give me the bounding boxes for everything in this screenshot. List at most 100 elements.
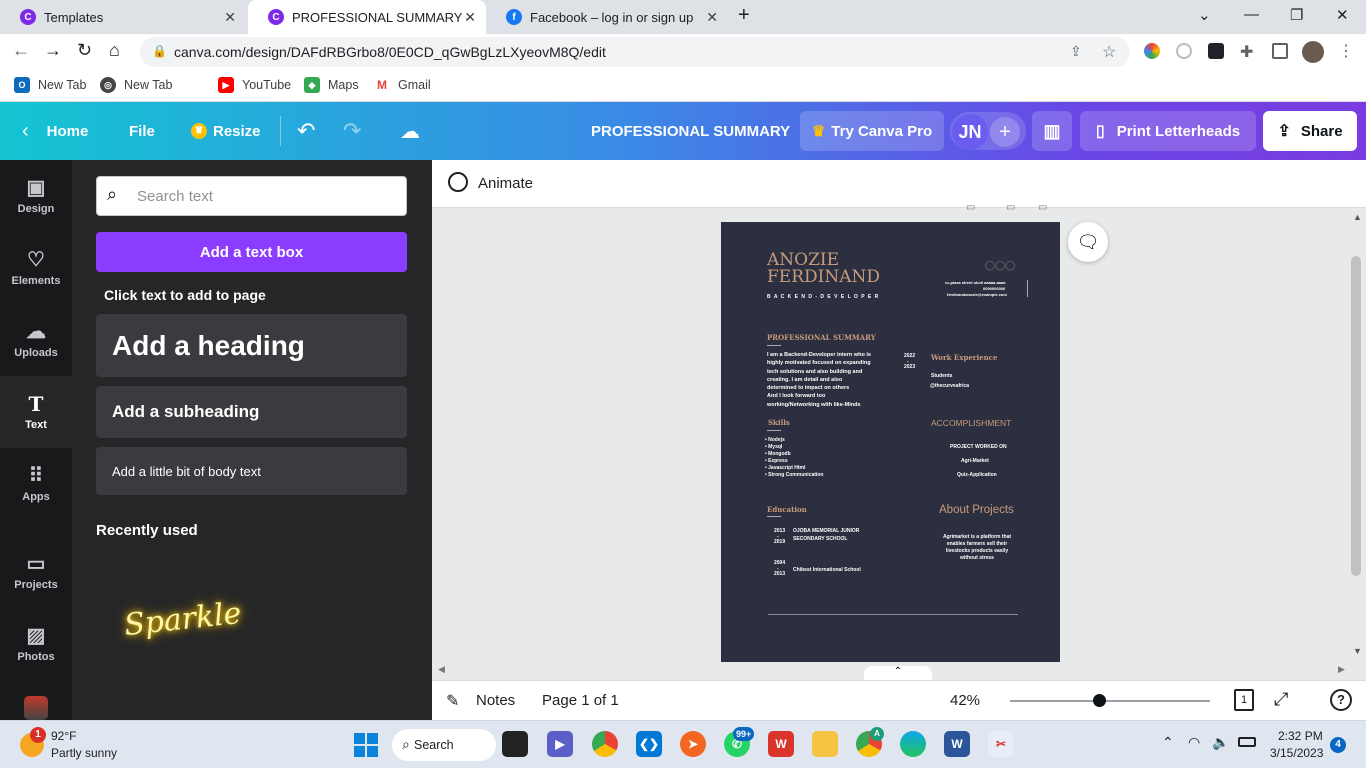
bookmark-new-tab-2[interactable]: ◎ New Tab [100, 77, 172, 93]
fullscreen-icon[interactable]: ⤢ [1274, 689, 1288, 710]
projects-worked-on[interactable]: PROJECT WORKED ON [950, 444, 1007, 451]
try-canva-pro-button[interactable]: ♛ Try Canva Pro [800, 111, 944, 151]
animate-button[interactable]: Animate [478, 175, 533, 192]
forward-icon[interactable]: → [44, 40, 62, 61]
about-projects-title[interactable]: About Projects [939, 504, 1014, 516]
color-extension-icon[interactable] [1144, 43, 1160, 59]
add-body-text-button[interactable]: Add a little bit of body text [96, 447, 407, 495]
maximize-icon[interactable]: ❐ [1290, 6, 1303, 24]
close-icon[interactable]: ✕ [464, 9, 476, 26]
puzzle-icon[interactable]: ✚ [1240, 42, 1253, 62]
chrome-icon[interactable] [592, 731, 618, 757]
page-indicator[interactable]: Page 1 of 1 [542, 692, 619, 709]
wps-office-icon[interactable]: W [768, 731, 794, 757]
word-icon[interactable]: W [944, 731, 970, 757]
add-page-icon[interactable]: ▭ [1038, 202, 1047, 213]
about-projects-text[interactable]: Agrimarket is a platform that enables fa… [934, 534, 1020, 562]
edu1-to[interactable]: 2019 [774, 539, 785, 546]
edu2-school[interactable]: Chibest International School [793, 567, 861, 574]
share-page-icon[interactable]: ⇪ [1070, 43, 1082, 60]
rail-apps[interactable]: ⠿ Apps [0, 448, 72, 520]
minimize-icon[interactable]: — [1244, 6, 1259, 23]
back-icon[interactable]: ← [12, 40, 30, 61]
rail-text[interactable]: T Text [0, 376, 72, 448]
tab-search-chevron-icon[interactable]: ⌄ [1198, 6, 1211, 24]
edge-icon[interactable] [900, 731, 926, 757]
lock-page-icon[interactable]: ▭ [966, 202, 975, 213]
bookmark-new-tab-1[interactable]: O New Tab [14, 77, 86, 93]
design-page[interactable]: ANOZIE FERDINAND B A C K E N D - D E V E… [721, 222, 1060, 662]
snipping-tool-icon[interactable]: ✂ [988, 731, 1014, 757]
resize-button[interactable]: ♛ Resize [191, 102, 261, 160]
rail-design[interactable]: ▣ Design [0, 160, 72, 232]
edu1-from[interactable]: 2013 [774, 528, 785, 535]
tab-professional-summary[interactable]: C PROFESSIONAL SUMMARY - US ✕ [248, 0, 486, 34]
tab-facebook[interactable]: f Facebook – log in or sign up ✕ [486, 0, 728, 34]
battery-icon[interactable] [1238, 737, 1256, 747]
add-subheading-button[interactable]: Add a subheading [96, 386, 407, 438]
weather-temp[interactable]: 92°F [51, 729, 76, 743]
zoom-slider-track[interactable] [1010, 700, 1210, 702]
home-icon[interactable]: ⌂ [109, 40, 120, 61]
rail-photos[interactable]: ▨ Photos [0, 608, 72, 680]
resume-name-line2[interactable]: FERDINAND [767, 269, 880, 286]
weather-description[interactable]: Partly sunny [51, 746, 117, 760]
search-text-input[interactable]: ⌕ Search text [96, 176, 407, 216]
bookmark-star-icon[interactable]: ☆ [1102, 42, 1116, 62]
close-icon[interactable]: ✕ [706, 9, 718, 26]
tab-templates[interactable]: C Templates ✕ [0, 0, 246, 34]
zoom-percentage[interactable]: 42% [950, 692, 980, 709]
add-comment-button[interactable]: 🗨 [1068, 222, 1108, 262]
window-close-icon[interactable]: ✕ [1336, 6, 1349, 24]
duplicate-page-icon[interactable]: ▭ [1006, 202, 1015, 213]
edu1-school[interactable]: OJOBA MEMORIAL JUNIOR [793, 528, 859, 535]
accomplishment-title[interactable]: ACCOMPLISHMENT [931, 418, 1011, 428]
add-heading-button[interactable]: Add a heading [96, 314, 407, 377]
project-quiz-app[interactable]: Quiz-Application [957, 472, 997, 479]
summary-title[interactable]: PROFESSIONAL SUMMARY [767, 333, 876, 342]
insights-icon[interactable]: ▥ [1032, 111, 1072, 151]
help-icon[interactable]: ? [1330, 689, 1352, 711]
print-letterheads-button[interactable]: ▯ Print Letterheads [1080, 111, 1256, 151]
cloud-saved-icon[interactable]: ☁ [400, 102, 420, 160]
scroll-up-icon[interactable]: ▲ [1353, 212, 1362, 222]
vertical-scrollbar[interactable] [1351, 256, 1361, 576]
react-devtools-icon[interactable] [1208, 43, 1224, 59]
url-field[interactable]: 🔒 canva.com/design/DAFdRBGrbo8/0E0CD_qGw… [140, 37, 1130, 67]
notification-badge[interactable]: 4 [1330, 737, 1346, 753]
rail-elements[interactable]: ♡ Elements [0, 232, 72, 304]
share-button[interactable]: ⇪ Share [1263, 111, 1357, 151]
vscode-icon[interactable]: ❮❯ [636, 731, 662, 757]
design-title[interactable]: PROFESSIONAL SUMMARY [591, 102, 790, 160]
scroll-down-icon[interactable]: ▼ [1353, 646, 1362, 656]
close-icon[interactable]: ✕ [224, 9, 236, 26]
wifi-icon[interactable]: ◠ [1188, 734, 1200, 751]
side-panel-icon[interactable] [1272, 43, 1288, 59]
add-text-box-button[interactable]: Add a text box [96, 232, 407, 272]
clock-time[interactable]: 2:32 PM [1278, 729, 1323, 743]
postman-icon[interactable]: ➤ [680, 731, 706, 757]
summary-text[interactable]: I am a Backend-Developer intern who is h… [767, 351, 871, 409]
volume-icon[interactable]: 🔈 [1212, 734, 1229, 751]
work-year-start[interactable]: 2022 [904, 353, 915, 360]
menu-kebab-icon[interactable]: ⋮ [1338, 41, 1354, 61]
sparkle-text-preset[interactable]: Sparkle [122, 596, 243, 643]
file-explorer-icon[interactable] [812, 731, 838, 757]
undo-icon[interactable]: ↶ [297, 102, 315, 160]
rail-uploads[interactable]: ☁ Uploads [0, 304, 72, 376]
profile-avatar[interactable] [1302, 41, 1324, 63]
chevron-up-icon[interactable]: ⌃ [1162, 734, 1174, 751]
edu2-from[interactable]: 2004 [774, 560, 785, 567]
file-menu-button[interactable]: File [129, 102, 155, 160]
app-icon[interactable] [24, 696, 48, 720]
bookmark-youtube[interactable]: ▶ YouTube [218, 77, 291, 93]
bookmark-gmail[interactable]: M Gmail [374, 77, 431, 93]
skills-list[interactable]: • Nodejs • Mysql • Mongodb • Express • J… [765, 437, 823, 479]
taskbar-search-button[interactable]: ⌕ Search [392, 729, 496, 761]
project-agri-market[interactable]: Agri-Market [961, 458, 989, 465]
skills-title[interactable]: Skills [768, 418, 790, 427]
edu1-school-line2[interactable]: SECONDARY SCHOOL [793, 536, 847, 543]
education-title[interactable]: Education [767, 505, 807, 514]
extension-icon[interactable] [1176, 43, 1192, 59]
edu2-to[interactable]: 2013 [774, 571, 785, 578]
